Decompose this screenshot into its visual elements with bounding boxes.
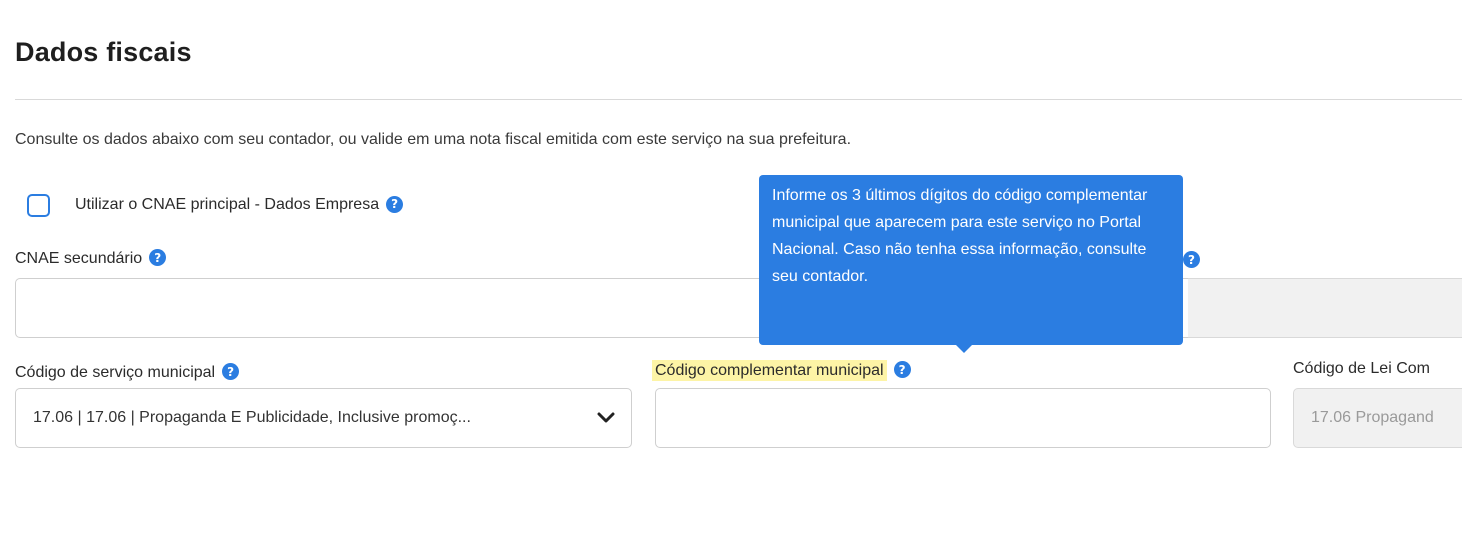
question-circle-icon[interactable]: ? — [1183, 251, 1200, 268]
codigo-servico-label: Código de serviço municipal — [15, 364, 216, 381]
cnae-principal-label[interactable]: Utilizar o CNAE principal - Dados Empres… — [75, 196, 379, 214]
codigo-complementar-input[interactable] — [655, 388, 1271, 448]
page-title: Dados fiscais — [15, 37, 192, 67]
codigo-complementar-label-row: Código complementar municipal? — [652, 360, 911, 381]
codigo-lei-input: 17.06 Propagand — [1293, 388, 1462, 448]
codigo-complementar-label: Código complementar municipal — [652, 360, 887, 381]
chevron-down-icon[interactable] — [597, 412, 615, 424]
codigo-servico-select[interactable]: 17.06 | 17.06 | Propaganda E Publicidade… — [15, 388, 632, 448]
title-divider — [15, 99, 1462, 100]
question-circle-icon[interactable]: ? — [222, 363, 240, 381]
cnae-principal-checkbox[interactable] — [27, 193, 50, 217]
intro-text: Consulte os dados abaixo com seu contado… — [15, 131, 852, 148]
codigo-lei-label: Código de Lei Com — [1293, 360, 1430, 377]
codigo-servico-label-row: Código de serviço municipal? — [15, 363, 240, 382]
cnae-principal-checkbox-row[interactable]: Utilizar o CNAE principal - Dados Empres… — [27, 193, 404, 217]
codigo-servico-selected-value: 17.06 | 17.06 | Propaganda E Publicidade… — [33, 409, 471, 426]
cnae-secundario-disabled-segment — [1188, 278, 1462, 338]
question-circle-icon[interactable]: ? — [149, 249, 167, 267]
codigo-lei-input-clip: 17.06 Propagand — [1293, 388, 1462, 448]
cnae-secundario-label: CNAE secundário — [15, 250, 143, 267]
question-circle-icon[interactable]: ? — [386, 195, 404, 213]
cnae-secundario-label-row: CNAE secundário? — [15, 249, 167, 268]
codigo-lei-label-clip: Código de Lei Com — [1293, 360, 1462, 390]
help-tooltip-text: Informe os 3 últimos dígitos do código c… — [772, 187, 1148, 285]
question-circle-icon[interactable]: ? — [893, 361, 911, 379]
help-tooltip: Informe os 3 últimos dígitos do código c… — [759, 175, 1183, 353]
codigo-lei-value: 17.06 Propagand — [1311, 409, 1434, 426]
